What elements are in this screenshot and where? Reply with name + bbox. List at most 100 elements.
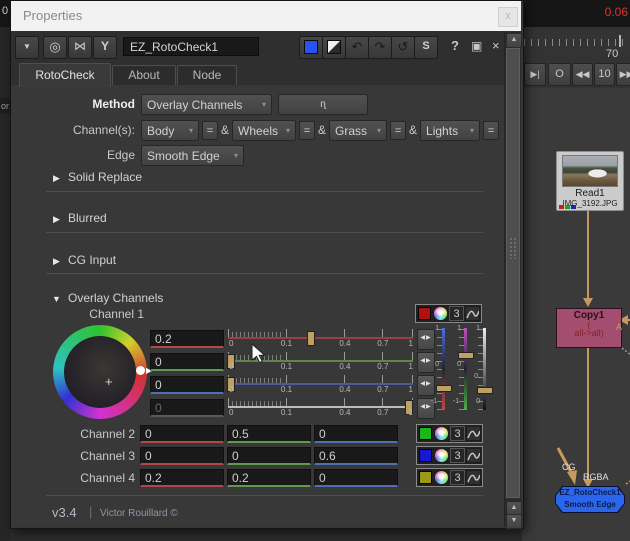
vslider-i[interactable]	[483, 328, 486, 410]
channel3-g-field[interactable]	[227, 447, 311, 465]
window-close-button[interactable]: x	[498, 7, 518, 27]
channel-dropdown-grass[interactable]: Grass ▾	[329, 120, 387, 141]
section-divider	[46, 191, 483, 192]
float-window-icon[interactable]: ▣	[471, 39, 482, 53]
color-swatch-button[interactable]	[418, 448, 433, 463]
section-overlay-channels[interactable]: Overlay Channels	[68, 291, 163, 305]
channel1-b-field[interactable]	[150, 376, 224, 394]
section-solid-replace[interactable]: Solid Replace	[68, 170, 142, 184]
triangle-down-icon[interactable]: ▼	[52, 294, 61, 304]
channel3-r-field[interactable]	[140, 447, 224, 465]
edge-dropdown[interactable]: Smooth Edge ▾	[141, 145, 244, 166]
channel-count-button[interactable]: 3	[449, 306, 464, 321]
color-wheel-button[interactable]	[434, 470, 449, 485]
channel4-label: Channel 4	[11, 471, 135, 485]
color-swatch-button[interactable]	[417, 306, 432, 321]
timeline-ruler[interactable]	[524, 39, 627, 46]
node-name-field[interactable]	[123, 37, 259, 56]
step-forward-button[interactable]: ▶▶	[616, 63, 630, 86]
revert-icon[interactable]: ↺	[391, 36, 415, 59]
goto-end-button[interactable]: ▶|	[524, 63, 546, 86]
scroll-up-button[interactable]: ▲	[506, 33, 522, 48]
section-blurred[interactable]: Blurred	[68, 211, 107, 225]
channel4-g-field[interactable]	[227, 469, 311, 487]
tab-about[interactable]: About	[112, 65, 176, 86]
rotocheck-node[interactable]: EZ_RotoCheck1 Smooth Edge	[555, 486, 625, 513]
triangle-right-icon[interactable]: ▶	[53, 256, 60, 267]
hue-marker[interactable]	[136, 366, 145, 375]
channel-dropdown-wheels[interactable]: Wheels ▾	[232, 120, 296, 141]
equals-button[interactable]: =	[483, 121, 499, 140]
scroll-down-button[interactable]: ▼	[506, 514, 522, 529]
color-swatch-button[interactable]	[418, 426, 433, 441]
vslider-handle[interactable]	[458, 352, 474, 359]
close-panel-icon[interactable]: ×	[492, 38, 500, 53]
nudge-buttons[interactable]: ◀▶	[417, 329, 435, 350]
curve-button[interactable]	[465, 306, 480, 321]
nudge-buttons[interactable]: ◀▶	[417, 375, 435, 396]
channel3-b-field[interactable]	[314, 447, 398, 465]
properties-titlebar[interactable]: Properties x	[11, 1, 521, 32]
channel-dropdown-body[interactable]: Body ▾	[141, 120, 199, 141]
method-hotkey-button[interactable]: ɳ	[278, 94, 368, 115]
section-cg-input[interactable]: CG Input	[68, 253, 116, 267]
redo-icon[interactable]: ↷	[368, 36, 392, 59]
help-icon[interactable]: ?	[451, 38, 459, 53]
color-wheel-interior[interactable]: +	[64, 336, 136, 408]
color-swatch-button[interactable]	[418, 470, 433, 485]
triangle-right-icon[interactable]: ▶	[53, 173, 60, 184]
color-wheel-button[interactable]	[434, 448, 449, 463]
frame-increment-field[interactable]: 10	[594, 63, 615, 86]
gl-color-swatch	[327, 40, 341, 54]
channel1-g-field[interactable]	[150, 353, 224, 371]
node-color-button[interactable]	[299, 36, 323, 59]
equals-button[interactable]: =	[202, 121, 218, 140]
slider-a[interactable]: 0 0.1 0.4 0.7 1	[228, 398, 413, 418]
slider-b[interactable]: 0 0.1 0.4 0.7 1	[228, 375, 413, 395]
postage-stamp-icon[interactable]: ⋈	[68, 36, 92, 59]
loop-mode-button[interactable]: O	[548, 63, 571, 86]
channel-count-button[interactable]: 3	[450, 426, 465, 441]
channel2-g-field[interactable]	[227, 425, 311, 443]
script-button[interactable]: S	[414, 36, 438, 59]
step-back-button[interactable]: ◀◀	[572, 63, 593, 86]
triangle-right-icon[interactable]: ▶	[53, 214, 60, 225]
slider-handle[interactable]	[307, 331, 315, 346]
scrollbar-thumb[interactable]	[506, 48, 520, 498]
channel4-r-field[interactable]	[140, 469, 224, 487]
panel-menu-button[interactable]: ▼	[15, 36, 39, 59]
channel2-r-field[interactable]	[140, 425, 224, 443]
channel1-r-field[interactable]	[150, 330, 224, 348]
center-node-icon[interactable]: ◎	[43, 36, 67, 59]
node-graph[interactable]: Read1 IMG_3192.JPG Copy1 ( all->all) A C…	[522, 88, 630, 541]
method-dropdown[interactable]: Overlay Channels ▾	[141, 94, 272, 115]
channel-count-button[interactable]: 3	[450, 470, 465, 485]
curve-button[interactable]	[466, 470, 481, 485]
channel2-b-field[interactable]	[314, 425, 398, 443]
vslider-handle[interactable]	[477, 387, 493, 394]
copy-node[interactable]: Copy1 ( all->all)	[556, 308, 622, 348]
curve-button[interactable]	[466, 448, 481, 463]
wrench-icon[interactable]: Y	[93, 36, 117, 59]
color-wheel-button[interactable]	[433, 306, 448, 321]
equals-button[interactable]: =	[390, 121, 406, 140]
timeline-area: 70 ▶| O ◀◀ 10 ▶▶	[522, 27, 630, 89]
tick-label: 0.1	[281, 362, 292, 371]
channel-count-button[interactable]: 3	[450, 448, 465, 463]
read-node[interactable]: Read1 IMG_3192.JPG	[556, 151, 624, 211]
vslider-handle[interactable]	[436, 385, 452, 392]
color-wheel[interactable]: + ▶	[53, 325, 147, 419]
undo-icon[interactable]: ↶	[345, 36, 369, 59]
panel-scrollbar[interactable]: ▲ ▲ ▼	[504, 32, 521, 527]
equals-button[interactable]: =	[299, 121, 315, 140]
properties-window: Properties x ▼ ◎ ⋈ Y ↶ ↷ ↺ S ? ▣ ×	[10, 0, 524, 529]
gl-color-button[interactable]	[322, 36, 346, 59]
curve-button[interactable]	[466, 426, 481, 441]
channel4-b-field[interactable]	[314, 469, 398, 487]
color-wheel-button[interactable]	[434, 426, 449, 441]
rotocheck-node-body: EZ_RotoCheck1 Smooth Edge	[556, 487, 624, 512]
tab-node[interactable]: Node	[177, 65, 237, 86]
tab-rotocheck[interactable]: RotoCheck	[19, 63, 111, 87]
channel1-a-field[interactable]	[150, 399, 224, 417]
channel-dropdown-lights[interactable]: Lights ▾	[420, 120, 480, 141]
